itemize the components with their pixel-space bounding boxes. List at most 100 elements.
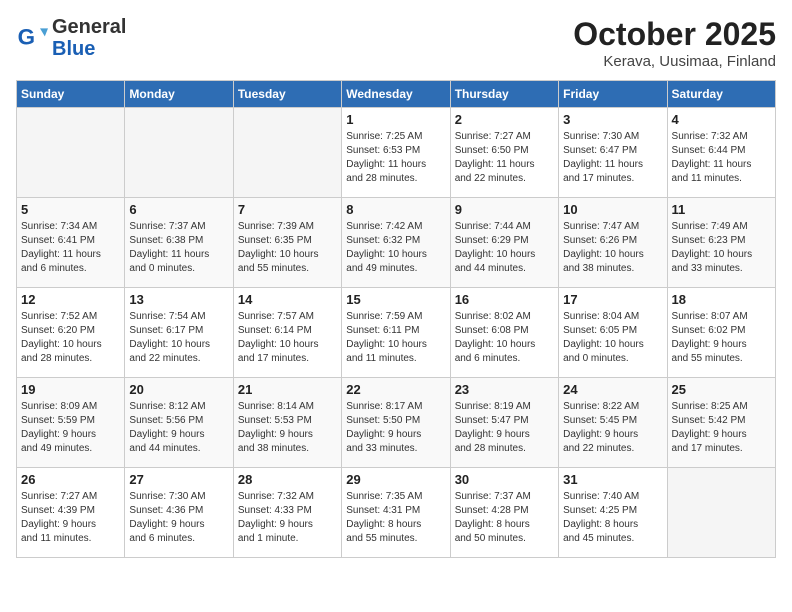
calendar-cell: 18 Sunrise: 8:07 AM Sunset: 6:02 PM Dayli… [667,288,775,378]
day-number: 28 [238,472,337,487]
day-number: 18 [672,292,771,307]
day-info: Sunrise: 8:22 AM Sunset: 5:45 PM Dayligh… [563,400,662,456]
day-info: Sunrise: 7:34 AM Sunset: 6:41 PM Dayligh… [21,220,120,276]
day-number: 6 [129,202,228,217]
day-info: Sunrise: 7:35 AM Sunset: 4:31 PM Dayligh… [346,490,445,546]
calendar-cell: 6 Sunrise: 7:37 AM Sunset: 6:38 PM Daylig… [125,198,233,288]
day-number: 16 [455,292,554,307]
day-info: Sunrise: 7:39 AM Sunset: 6:35 PM Dayligh… [238,220,337,276]
day-info: Sunrise: 8:14 AM Sunset: 5:53 PM Dayligh… [238,400,337,456]
day-number: 30 [455,472,554,487]
day-info: Sunrise: 7:30 AM Sunset: 4:36 PM Dayligh… [129,490,228,546]
day-number: 27 [129,472,228,487]
day-number: 17 [563,292,662,307]
day-number: 26 [21,472,120,487]
calendar-cell: 4 Sunrise: 7:32 AM Sunset: 6:44 PM Daylig… [667,108,775,198]
page-header: G General Blue October 2025 Kerava, Uusi… [16,16,776,70]
day-number: 4 [672,112,771,127]
svg-text:G: G [18,24,35,49]
month-title: October 2025 [573,16,776,53]
location: Kerava, Uusimaa, Finland [573,53,776,70]
day-number: 13 [129,292,228,307]
logo-general-text: General [52,16,126,38]
calendar-cell: 30 Sunrise: 7:37 AM Sunset: 4:28 PM Dayli… [450,468,558,558]
logo-icon: G [16,22,48,54]
day-info: Sunrise: 7:54 AM Sunset: 6:17 PM Dayligh… [129,310,228,366]
day-info: Sunrise: 8:04 AM Sunset: 6:05 PM Dayligh… [563,310,662,366]
calendar-cell: 21 Sunrise: 8:14 AM Sunset: 5:53 PM Dayli… [233,378,341,468]
day-number: 29 [346,472,445,487]
day-number: 3 [563,112,662,127]
calendar-cell: 22 Sunrise: 8:17 AM Sunset: 5:50 PM Dayli… [342,378,450,468]
calendar-week-1: 1 Sunrise: 7:25 AM Sunset: 6:53 PM Daylig… [17,108,776,198]
day-info: Sunrise: 7:44 AM Sunset: 6:29 PM Dayligh… [455,220,554,276]
day-info: Sunrise: 8:19 AM Sunset: 5:47 PM Dayligh… [455,400,554,456]
day-number: 9 [455,202,554,217]
day-info: Sunrise: 7:42 AM Sunset: 6:32 PM Dayligh… [346,220,445,276]
logo: G General Blue [16,16,126,60]
day-number: 20 [129,382,228,397]
day-info: Sunrise: 7:47 AM Sunset: 6:26 PM Dayligh… [563,220,662,276]
calendar-cell: 16 Sunrise: 8:02 AM Sunset: 6:08 PM Dayli… [450,288,558,378]
day-info: Sunrise: 7:37 AM Sunset: 6:38 PM Dayligh… [129,220,228,276]
day-number: 1 [346,112,445,127]
day-info: Sunrise: 7:25 AM Sunset: 6:53 PM Dayligh… [346,130,445,186]
calendar-cell [17,108,125,198]
day-number: 8 [346,202,445,217]
weekday-header-monday: Monday [125,81,233,108]
day-number: 24 [563,382,662,397]
day-number: 12 [21,292,120,307]
day-number: 7 [238,202,337,217]
calendar-week-3: 12 Sunrise: 7:52 AM Sunset: 6:20 PM Dayli… [17,288,776,378]
day-number: 2 [455,112,554,127]
day-info: Sunrise: 7:40 AM Sunset: 4:25 PM Dayligh… [563,490,662,546]
day-info: Sunrise: 8:09 AM Sunset: 5:59 PM Dayligh… [21,400,120,456]
calendar-week-4: 19 Sunrise: 8:09 AM Sunset: 5:59 PM Dayli… [17,378,776,468]
calendar-cell [233,108,341,198]
calendar-cell: 3 Sunrise: 7:30 AM Sunset: 6:47 PM Daylig… [559,108,667,198]
calendar-cell: 20 Sunrise: 8:12 AM Sunset: 5:56 PM Dayli… [125,378,233,468]
calendar-cell: 13 Sunrise: 7:54 AM Sunset: 6:17 PM Dayli… [125,288,233,378]
calendar-cell: 17 Sunrise: 8:04 AM Sunset: 6:05 PM Dayli… [559,288,667,378]
calendar-cell: 5 Sunrise: 7:34 AM Sunset: 6:41 PM Daylig… [17,198,125,288]
calendar-cell: 15 Sunrise: 7:59 AM Sunset: 6:11 PM Dayli… [342,288,450,378]
day-number: 22 [346,382,445,397]
day-info: Sunrise: 7:52 AM Sunset: 6:20 PM Dayligh… [21,310,120,366]
day-info: Sunrise: 7:49 AM Sunset: 6:23 PM Dayligh… [672,220,771,276]
day-info: Sunrise: 8:02 AM Sunset: 6:08 PM Dayligh… [455,310,554,366]
day-number: 19 [21,382,120,397]
day-number: 15 [346,292,445,307]
day-number: 14 [238,292,337,307]
title-section: October 2025 Kerava, Uusimaa, Finland [573,16,776,70]
day-number: 10 [563,202,662,217]
calendar-cell [667,468,775,558]
day-info: Sunrise: 7:57 AM Sunset: 6:14 PM Dayligh… [238,310,337,366]
calendar-cell: 26 Sunrise: 7:27 AM Sunset: 4:39 PM Dayli… [17,468,125,558]
calendar-cell: 9 Sunrise: 7:44 AM Sunset: 6:29 PM Daylig… [450,198,558,288]
day-info: Sunrise: 8:17 AM Sunset: 5:50 PM Dayligh… [346,400,445,456]
calendar-table: SundayMondayTuesdayWednesdayThursdayFrid… [16,80,776,558]
calendar-cell: 27 Sunrise: 7:30 AM Sunset: 4:36 PM Dayli… [125,468,233,558]
calendar-cell: 7 Sunrise: 7:39 AM Sunset: 6:35 PM Daylig… [233,198,341,288]
day-info: Sunrise: 7:59 AM Sunset: 6:11 PM Dayligh… [346,310,445,366]
day-info: Sunrise: 7:32 AM Sunset: 6:44 PM Dayligh… [672,130,771,186]
day-info: Sunrise: 7:32 AM Sunset: 4:33 PM Dayligh… [238,490,337,546]
calendar-week-5: 26 Sunrise: 7:27 AM Sunset: 4:39 PM Dayli… [17,468,776,558]
logo-blue-text: Blue [52,38,126,60]
weekday-header-tuesday: Tuesday [233,81,341,108]
calendar-cell: 31Sunrise: 7:40 AM Sunset: 4:25 PM Dayli… [559,468,667,558]
day-info: Sunrise: 8:07 AM Sunset: 6:02 PM Dayligh… [672,310,771,366]
day-info: Sunrise: 7:37 AM Sunset: 4:28 PM Dayligh… [455,490,554,546]
day-info: Sunrise: 7:27 AM Sunset: 4:39 PM Dayligh… [21,490,120,546]
day-info: Sunrise: 8:12 AM Sunset: 5:56 PM Dayligh… [129,400,228,456]
calendar-cell: 10 Sunrise: 7:47 AM Sunset: 6:26 PM Dayli… [559,198,667,288]
day-number: 25 [672,382,771,397]
calendar-cell: 19 Sunrise: 8:09 AM Sunset: 5:59 PM Dayli… [17,378,125,468]
calendar-cell: 29 Sunrise: 7:35 AM Sunset: 4:31 PM Dayli… [342,468,450,558]
day-info: Sunrise: 7:30 AM Sunset: 6:47 PM Dayligh… [563,130,662,186]
day-number: 21 [238,382,337,397]
day-number: 5 [21,202,120,217]
calendar-cell: 25Sunrise: 8:25 AM Sunset: 5:42 PM Dayli… [667,378,775,468]
day-number: 23 [455,382,554,397]
calendar-cell: 12 Sunrise: 7:52 AM Sunset: 6:20 PM Dayli… [17,288,125,378]
